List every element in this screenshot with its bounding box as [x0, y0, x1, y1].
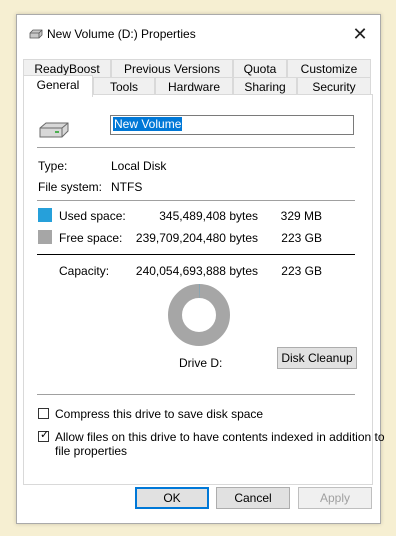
free-space-size: 223 GB: [281, 231, 322, 245]
free-space-label: Free space:: [59, 231, 123, 245]
tab-previous-versions[interactable]: Previous Versions: [111, 59, 233, 77]
index-label-line1: Allow files on this drive to have conten…: [55, 430, 385, 444]
drive-label: Drive D:: [179, 356, 223, 370]
close-icon: ✕: [352, 23, 368, 44]
compress-checkbox[interactable]: [38, 408, 49, 419]
index-checkbox[interactable]: ✓: [38, 429, 50, 442]
type-value: Local Disk: [111, 159, 167, 173]
tab-hardware[interactable]: Hardware: [155, 77, 233, 95]
compress-label: Compress this drive to save disk space: [55, 407, 264, 421]
tab-general[interactable]: General: [23, 75, 93, 97]
used-space-swatch: [38, 208, 52, 222]
ok-button[interactable]: OK: [135, 487, 209, 509]
check-icon: ✓: [40, 429, 50, 441]
capacity-label: Capacity:: [59, 264, 110, 278]
used-space-bytes: 345,489,408 bytes: [159, 209, 258, 223]
capacity-size: 223 GB: [281, 264, 322, 278]
used-space-size: 329 MB: [280, 209, 322, 223]
volume-name-input[interactable]: New Volume: [110, 115, 354, 135]
free-space-ring: [168, 284, 230, 346]
divider: [37, 394, 355, 395]
used-space-label: Used space:: [59, 209, 126, 223]
tab-tools[interactable]: Tools: [93, 77, 155, 95]
drive-icon: [29, 29, 43, 39]
file-system-value: NTFS: [111, 180, 143, 194]
capacity-bytes: 240,054,693,888 bytes: [135, 264, 258, 278]
free-space-swatch: [38, 230, 52, 244]
properties-dialog: New Volume (D:) Properties ✕ ReadyBoost …: [16, 14, 385, 524]
drive-icon: [39, 122, 69, 138]
disk-usage-donut: [168, 283, 230, 346]
free-space-bytes: 239,709,204,480 bytes: [135, 231, 258, 245]
cancel-button[interactable]: Cancel: [216, 487, 290, 509]
tab-sharing[interactable]: Sharing: [233, 77, 297, 95]
type-label: Type:: [38, 159, 68, 173]
divider: [37, 147, 355, 148]
tab-customize[interactable]: Customize: [287, 59, 371, 77]
apply-button[interactable]: Apply: [298, 487, 372, 509]
tab-security[interactable]: Security: [297, 77, 371, 95]
tab-quota[interactable]: Quota: [233, 59, 287, 77]
divider: [37, 254, 355, 255]
index-label-line2: file properties: [55, 444, 128, 458]
divider: [37, 200, 355, 201]
disk-cleanup-button[interactable]: Disk Cleanup: [277, 347, 357, 369]
close-button[interactable]: ✕: [340, 15, 380, 53]
title-bar[interactable]: New Volume (D:) Properties ✕: [17, 15, 380, 53]
file-system-label: File system:: [38, 180, 103, 194]
window-title: New Volume (D:) Properties: [47, 27, 196, 41]
